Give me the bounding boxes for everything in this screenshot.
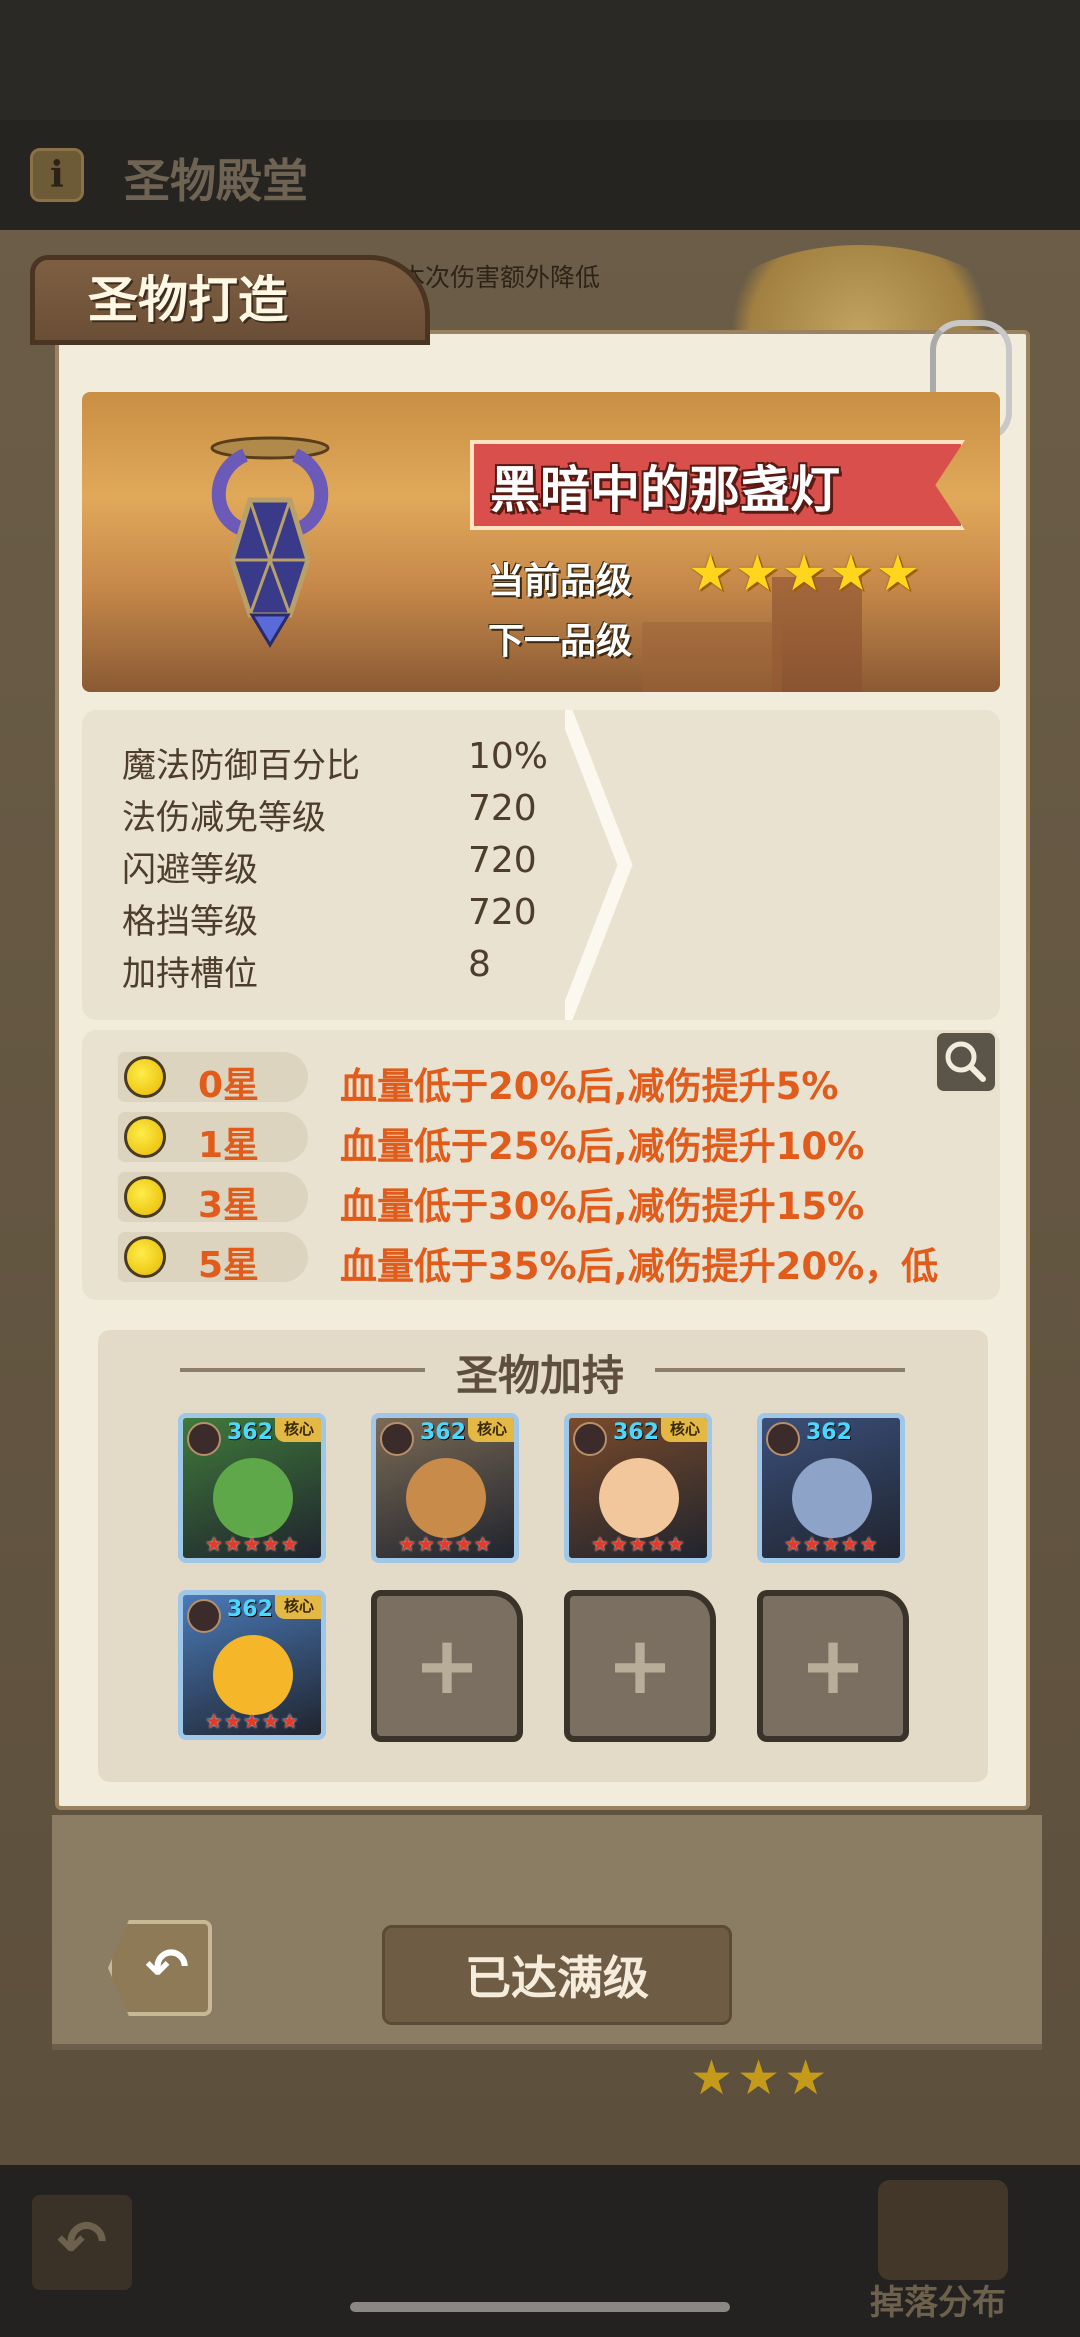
empty-support-slot[interactable]: + xyxy=(371,1590,523,1742)
grade-star-icon: ★ xyxy=(781,544,827,602)
page-title: 圣物殿堂 xyxy=(124,154,308,208)
info-button[interactable]: i xyxy=(30,148,84,202)
hero-portrait xyxy=(213,1458,293,1538)
grade-star-icon: ★ xyxy=(828,544,874,602)
panel-title: 圣物打造 xyxy=(88,271,288,329)
effect-star-level: 0星 xyxy=(198,1065,260,1106)
stat-value: 720 xyxy=(468,840,537,881)
chevron-right-icon xyxy=(565,710,633,1020)
relic-name: 黑暗中的那盏灯 xyxy=(490,461,840,519)
support-hero-card[interactable]: 362 ★★★★★ xyxy=(757,1413,905,1563)
hero-stars: ★★★★★ xyxy=(784,1532,879,1556)
support-hero-card[interactable]: 362 核心 ★★★★★ xyxy=(178,1590,326,1740)
empty-support-slot[interactable]: + xyxy=(564,1590,716,1742)
hero-stars: ★★★★★ xyxy=(205,1709,300,1733)
coin-icon xyxy=(124,1116,166,1158)
grade-star-icon: ★ xyxy=(688,544,733,602)
effect-description: 血量低于30%后,减伤提升15% xyxy=(340,1185,865,1228)
banner-rock-decoration xyxy=(642,622,782,692)
footer-back-icon: ↶ xyxy=(56,2207,108,2278)
plus-icon: + xyxy=(606,1619,674,1712)
support-hero-card[interactable]: 362 核心 ★★★★★ xyxy=(371,1413,519,1563)
effect-row: 3星 血量低于30%后,减伤提升15% xyxy=(118,1172,998,1228)
stat-name: 闪避等级 xyxy=(122,850,258,890)
core-badge: 核心 xyxy=(275,1418,321,1442)
drop-distribution-label[interactable]: 掉落分布 xyxy=(870,2275,1006,2324)
home-indicator xyxy=(350,2302,730,2312)
hero-portrait xyxy=(213,1635,293,1715)
effect-description: 血量低于25%后,减伤提升10% xyxy=(340,1125,865,1168)
background-stars: ★★★ xyxy=(690,2050,832,2106)
background-partial-text: 本次伤害额外降低 xyxy=(400,263,601,292)
hero-class-icon xyxy=(380,1422,414,1456)
max-level-label: 已达满级 xyxy=(465,1951,649,2005)
stat-value: 720 xyxy=(468,892,537,933)
effect-star-level: 3星 xyxy=(198,1185,260,1226)
hero-stars: ★★★★★ xyxy=(398,1532,493,1556)
drop-distribution-icon[interactable] xyxy=(878,2180,1008,2280)
effect-star-level: 1星 xyxy=(198,1125,260,1166)
hero-level: 362 xyxy=(420,1420,466,1445)
next-grade-label: 下一品级 xyxy=(488,621,633,662)
hero-level: 362 xyxy=(806,1420,852,1445)
back-button[interactable]: ↶ xyxy=(108,1920,212,2016)
current-grade-stars: ★ ★ ★ ★ ★ xyxy=(688,548,920,598)
stat-value: 720 xyxy=(468,788,537,829)
hero-class-icon xyxy=(187,1599,221,1633)
hero-stars: ★★★★★ xyxy=(591,1532,686,1556)
stat-name: 魔法防御百分比 xyxy=(122,746,360,786)
back-arrow-icon: ↶ xyxy=(145,1938,189,1998)
hero-stars: ★★★★★ xyxy=(205,1532,300,1556)
hero-level: 362 xyxy=(227,1597,273,1622)
lamp-relic-icon xyxy=(210,436,330,648)
grade-star-icon: ★ xyxy=(734,544,780,602)
coin-icon xyxy=(124,1176,166,1218)
stat-value: 10% xyxy=(468,736,549,777)
effect-row: 1星 血量低于25%后,减伤提升10% xyxy=(118,1112,998,1168)
hero-level: 362 xyxy=(227,1420,273,1445)
stat-name: 格挡等级 xyxy=(122,902,258,942)
footer-back-button[interactable]: ↶ xyxy=(32,2195,132,2290)
hero-class-icon xyxy=(573,1422,607,1456)
support-title: 圣物加持 xyxy=(455,1351,624,1400)
coin-icon xyxy=(124,1236,166,1278)
support-hero-card[interactable]: 362 核心 ★★★★★ xyxy=(564,1413,712,1563)
plus-icon: + xyxy=(413,1619,481,1712)
stat-value: 8 xyxy=(468,944,491,985)
core-badge: 核心 xyxy=(468,1418,514,1442)
coin-icon xyxy=(124,1056,166,1098)
hero-class-icon xyxy=(187,1422,221,1456)
effect-description: 血量低于35%后,减伤提升20%，低 xyxy=(340,1245,939,1288)
hero-class-icon xyxy=(766,1422,800,1456)
core-badge: 核心 xyxy=(661,1418,707,1442)
effect-star-level: 5星 xyxy=(198,1245,260,1286)
support-hero-card[interactable]: 362 核心 ★★★★★ xyxy=(178,1413,326,1563)
hero-portrait xyxy=(406,1458,486,1538)
stat-name: 法伤减免等级 xyxy=(122,798,326,838)
hero-level: 362 xyxy=(613,1420,659,1445)
max-level-button[interactable]: 已达满级 xyxy=(382,1925,732,2025)
plus-icon: + xyxy=(799,1619,867,1712)
grade-star-icon: ★ xyxy=(875,544,921,602)
core-badge: 核心 xyxy=(275,1595,321,1619)
current-grade-label: 当前品级 xyxy=(488,561,633,602)
effect-row: 0星 血量低于20%后,减伤提升5% xyxy=(118,1052,998,1108)
hero-portrait xyxy=(792,1458,872,1538)
effect-description: 血量低于20%后,减伤提升5% xyxy=(340,1065,839,1108)
hero-portrait xyxy=(599,1458,679,1538)
empty-support-slot[interactable]: + xyxy=(757,1590,909,1742)
effect-row: 5星 血量低于35%后,减伤提升20%，低 xyxy=(118,1232,998,1288)
stat-name: 加持槽位 xyxy=(122,954,258,994)
info-icon: i xyxy=(50,154,64,196)
